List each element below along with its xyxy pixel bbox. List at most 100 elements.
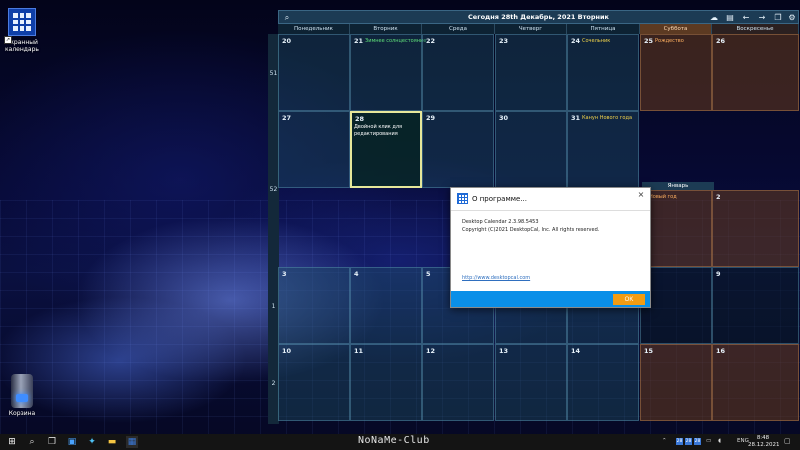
weekday-tue: Вторник (350, 24, 422, 34)
event-label: Канун Нового года (582, 115, 633, 121)
dialog-body: Desktop Calendar 2.3.98.5453 Copyright (… (462, 218, 599, 234)
taskbar: ⊞ ⌕ ❐ ▣ ✦ ▬ ▦ NoNaMe-Club ⌃ 28 28 28 ▭ ◖… (0, 434, 800, 450)
weekday-fri: Пятница (567, 24, 640, 34)
event-label: Новый год (649, 194, 677, 200)
taskbar-clock[interactable]: 8:48 28.12.2021 (748, 435, 780, 449)
day-cell[interactable]: 11 (350, 344, 422, 421)
window-icon[interactable]: ❐ (773, 13, 783, 23)
day-number: 5 (426, 270, 431, 278)
day-number: 3 (282, 270, 287, 278)
task-view-icon[interactable]: ❐ (46, 436, 58, 448)
day-number: 30 (499, 114, 509, 122)
close-icon[interactable]: × (636, 190, 646, 199)
desktop-calendar-taskbar-icon[interactable]: ▦ (126, 436, 138, 448)
file-explorer-icon[interactable]: ▬ (106, 436, 118, 448)
event-label: Сочельник (582, 38, 611, 44)
calendar-view-icon[interactable]: ▤ (725, 13, 735, 23)
day-number: 9 (716, 270, 721, 278)
recycle-bin-icon (11, 374, 33, 408)
watermark-brand: NoNaMe-Club (358, 435, 430, 446)
weekday-sat: Суббота (640, 24, 712, 34)
day-cell[interactable]: 2 (712, 190, 799, 267)
recycle-bin-shortcut[interactable]: Корзина (0, 374, 44, 417)
day-cell[interactable]: 15 (640, 344, 712, 421)
calendar-tray-badge[interactable]: 28 (685, 438, 692, 445)
day-number: 22 (426, 37, 436, 45)
day-number: 15 (644, 347, 654, 355)
calendar-tray-badge[interactable]: 28 (694, 438, 701, 445)
clock-date: 28.12.2021 (748, 442, 780, 448)
day-cell[interactable]: 24 Сочельник (567, 34, 639, 111)
day-number: 13 (499, 347, 509, 355)
day-number: 11 (354, 347, 364, 355)
day-number: 24 (571, 37, 581, 45)
day-cell[interactable]: 29 (422, 111, 494, 188)
day-cell[interactable]: 12 (422, 344, 494, 421)
day-cell[interactable]: 14 (567, 344, 639, 421)
day-cell[interactable]: 13 (495, 344, 567, 421)
network-icon[interactable]: ▭ (706, 438, 711, 444)
version-text: Desktop Calendar 2.3.98.5453 (462, 219, 539, 225)
desktopcal-logo-icon (457, 193, 468, 204)
calendar-tray-badge[interactable]: 28 (676, 438, 683, 445)
day-number: 31 (571, 114, 581, 122)
website-link[interactable]: http://www.desktopcal.com (462, 275, 530, 281)
day-cell[interactable]: 23 (495, 34, 567, 111)
next-arrow-icon[interactable]: → (757, 13, 767, 23)
day-number: 25 (644, 37, 654, 45)
day-cell[interactable]: 4 (350, 267, 422, 344)
dialog-footer: OK (451, 291, 650, 307)
calendar-title: Сегодня 28th Декабрь, 2021 Вторник (468, 13, 609, 21)
start-windows-icon[interactable]: ⊞ (6, 436, 18, 448)
desktop-calendar-shortcut[interactable]: ↗ Экранный календарь (0, 8, 44, 53)
desktop-app-icon[interactable]: ▣ (66, 436, 78, 448)
event-label: Зимнее солнцестояние (365, 38, 427, 44)
day-cell[interactable]: 31 Канун Нового года (567, 111, 639, 188)
about-dialog: О программе... × Desktop Calendar 2.3.98… (450, 187, 651, 308)
calendar-app-icon (8, 8, 36, 36)
day-cell[interactable]: 10 (278, 344, 350, 421)
day-cell[interactable]: 27 (278, 111, 350, 188)
day-number: 10 (282, 347, 292, 355)
day-number: 29 (426, 114, 436, 122)
day-number: 23 (499, 37, 509, 45)
tray-overflow-icon[interactable]: ⌃ (662, 438, 667, 444)
day-cell[interactable]: 16 (712, 344, 799, 421)
day-number: 16 (716, 347, 726, 355)
volume-icon[interactable]: ◖ (718, 438, 721, 444)
today-edit-hint: Двойной клик для редактирования (354, 124, 403, 137)
day-cell[interactable]: 30 (495, 111, 567, 188)
weekday-thu: Четверг (495, 24, 567, 34)
weekday-mon: Понедельник (278, 24, 350, 34)
day-number: 2 (716, 193, 721, 201)
calendar-header: ⌕ Сегодня 28th Декабрь, 2021 Вторник ☁ ▤… (278, 10, 799, 24)
notifications-icon[interactable]: ▢ (784, 437, 791, 445)
cloud-icon[interactable]: ☁ (709, 13, 719, 23)
search-icon[interactable]: ⌕ (26, 436, 38, 448)
day-cell[interactable]: 3 (278, 267, 350, 344)
day-number: 27 (282, 114, 292, 122)
ok-button[interactable]: OK (613, 294, 645, 305)
day-cell[interactable]: 20 (278, 34, 350, 111)
day-cell[interactable]: 9 (712, 267, 799, 344)
day-number: 21 (354, 37, 364, 45)
next-month-header: Январь (642, 182, 714, 190)
day-cell[interactable]: 26 (712, 34, 799, 111)
prev-arrow-icon[interactable]: ← (741, 13, 751, 23)
day-number: 26 (716, 37, 726, 45)
weekday-sun: Воскресенье (712, 24, 799, 34)
day-number: 28 (355, 115, 365, 123)
day-cell[interactable]: 21 Зимнее солнцестояние (350, 34, 426, 111)
pinned-app-icon[interactable]: ✦ (86, 436, 98, 448)
day-number: 4 (354, 270, 359, 278)
weekday-header-row: Понедельник Вторник Среда Четверг Пятниц… (278, 24, 799, 34)
dialog-title: О программе... (472, 195, 527, 203)
day-cell[interactable]: 25 Рождество (640, 34, 712, 111)
copyright-text: Copyright (C)2021 DesktopCal, Inc. All r… (462, 227, 600, 233)
day-cell[interactable]: 22 (422, 34, 494, 111)
settings-gear-icon[interactable]: ⚙ (787, 13, 797, 23)
event-label: Рождество (655, 38, 684, 44)
day-cell-today[interactable]: 28 Двойной клик для редактирования (350, 111, 422, 188)
dialog-titlebar[interactable]: О программе... × (451, 188, 650, 211)
weekday-wed: Среда (422, 24, 495, 34)
